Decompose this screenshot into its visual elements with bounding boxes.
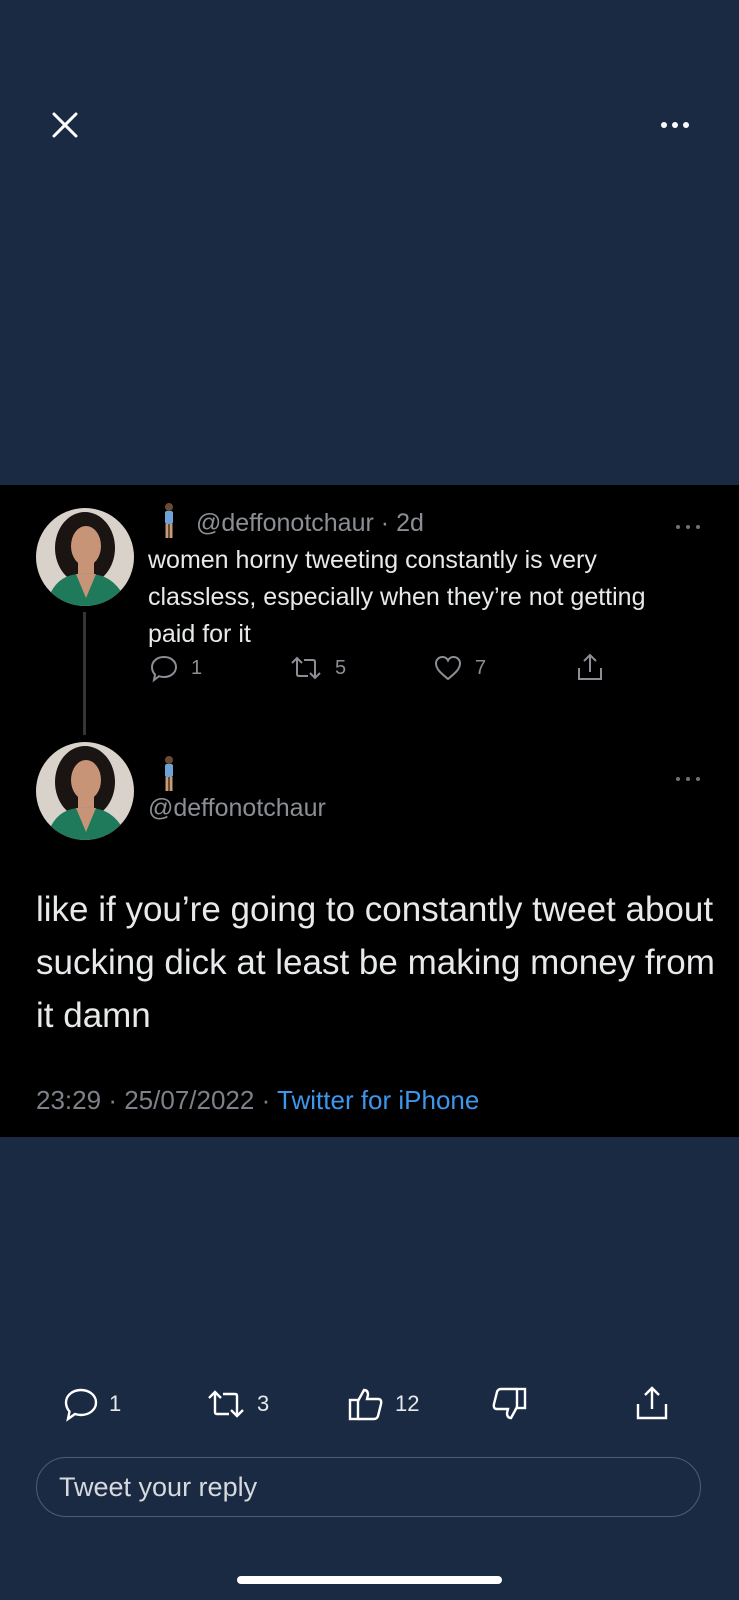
- main-tweet-text: like if you’re going to constantly tweet…: [36, 890, 715, 1035]
- tweet-time: 23:29: [36, 1085, 102, 1115]
- close-button[interactable]: [45, 105, 85, 145]
- dislike-button[interactable]: [490, 1386, 528, 1422]
- home-indicator[interactable]: [237, 1576, 502, 1584]
- more-options-button[interactable]: [650, 110, 700, 140]
- share-icon: [636, 1386, 668, 1420]
- more-icon[interactable]: [673, 522, 703, 532]
- quoted-tweet-text: women horny tweeting constantly is very …: [148, 546, 646, 648]
- retweet-icon: [208, 1390, 244, 1418]
- quoted-reply-count: 1: [191, 656, 203, 679]
- reply-icon: [150, 655, 178, 683]
- reply-button[interactable]: 1: [63, 1386, 121, 1422]
- quoted-like-count: 7: [475, 656, 487, 679]
- quoted-age: 2d: [396, 509, 424, 537]
- quoted-like-button[interactable]: 7: [433, 653, 486, 683]
- share-button[interactable]: [634, 1384, 670, 1422]
- top-bar: [0, 0, 739, 200]
- quoted-reply-button[interactable]: 1: [149, 653, 202, 683]
- thread-line: [83, 612, 86, 735]
- main-handle[interactable]: @deffonotchaur: [148, 794, 326, 823]
- more-icon[interactable]: [673, 774, 703, 784]
- separator: ·: [380, 509, 390, 537]
- thumbs-down-icon: [492, 1387, 527, 1420]
- tweet-source-link[interactable]: Twitter for iPhone: [277, 1085, 479, 1115]
- retweet-icon: [291, 656, 321, 680]
- avatar[interactable]: [36, 742, 134, 840]
- person-emoji-icon: [165, 503, 173, 538]
- reply-icon: [64, 1388, 98, 1422]
- reply-input[interactable]: Tweet your reply: [36, 1457, 701, 1517]
- retweet-button[interactable]: 3: [205, 1386, 269, 1422]
- quoted-retweet-count: 5: [335, 656, 347, 679]
- close-icon: [52, 112, 78, 138]
- quoted-tweet-header: @deffonotchaur · 2d: [196, 509, 424, 538]
- separator: ·: [108, 1085, 117, 1115]
- quoted-retweet-button[interactable]: 5: [289, 653, 346, 683]
- separator: ·: [261, 1085, 271, 1115]
- avatar[interactable]: [36, 508, 134, 606]
- tweet-date: 25/07/2022: [124, 1085, 255, 1115]
- tweet-metadata: 23:29 · 25/07/2022 · Twitter for iPhone: [36, 1085, 479, 1116]
- quoted-handle[interactable]: @deffonotchaur: [196, 509, 374, 537]
- thumbs-up-icon: [348, 1388, 383, 1421]
- reply-placeholder: Tweet your reply: [59, 1471, 258, 1502]
- heart-icon: [434, 655, 462, 681]
- like-count: 12: [395, 1391, 420, 1416]
- retweet-count: 3: [257, 1391, 270, 1416]
- more-icon: [661, 122, 689, 128]
- like-button[interactable]: 12: [347, 1386, 419, 1422]
- reply-count: 1: [109, 1391, 122, 1416]
- quoted-share-button[interactable]: [575, 651, 605, 683]
- share-icon: [578, 653, 602, 680]
- person-emoji-icon: [165, 756, 173, 791]
